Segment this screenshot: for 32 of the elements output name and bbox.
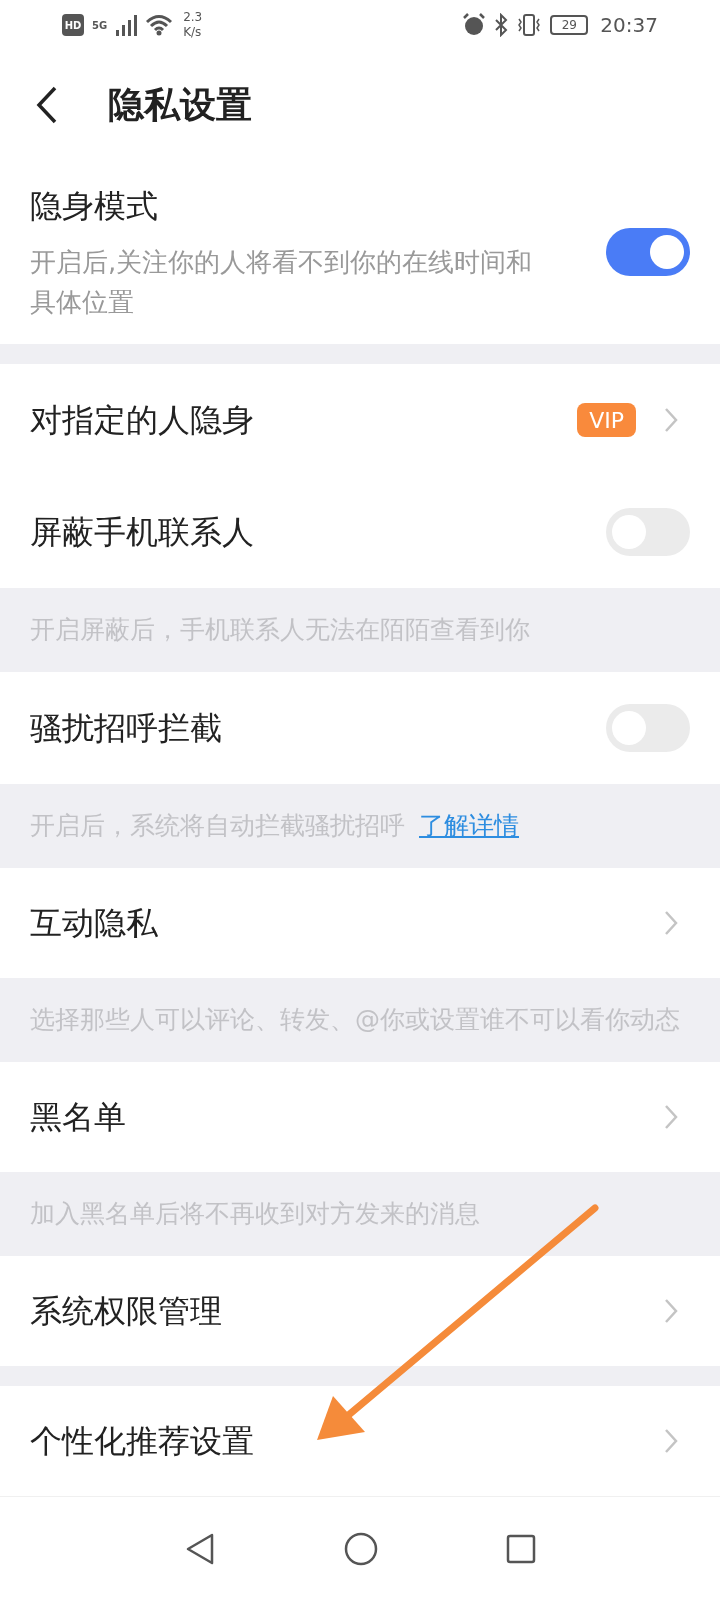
row-title: 骚扰招呼拦截 [30, 708, 222, 749]
row-title: 对指定的人隐身 [30, 400, 254, 441]
battery-indicator: 29 [550, 15, 589, 35]
speed-unit: K/s [183, 25, 203, 40]
signal-icon [115, 14, 138, 36]
home-nav-icon[interactable] [344, 1531, 378, 1566]
back-icon[interactable] [36, 86, 58, 124]
network-label: 5G [92, 19, 108, 33]
row-title: 隐身模式 [30, 186, 159, 227]
speed-value: 2.3 [183, 10, 203, 25]
row-title: 个性化推荐设置 [30, 1421, 254, 1462]
toggle-switch[interactable] [606, 228, 690, 276]
row-title: 系统权限管理 [30, 1291, 222, 1332]
back-nav-icon[interactable] [184, 1531, 216, 1566]
row-title: 黑名单 [30, 1097, 126, 1138]
bluetooth-icon [494, 13, 509, 37]
row-title: 互动隐私 [30, 903, 158, 944]
page-title: 隐私设置 [108, 83, 252, 127]
chevron-icon [664, 1428, 678, 1454]
hd-badge: HD [62, 14, 84, 36]
clock: 20:37 [600, 12, 658, 39]
chevron-icon [664, 1298, 678, 1324]
chevron-icon [664, 1104, 678, 1130]
recents-nav-icon[interactable] [506, 1533, 536, 1564]
vip-badge: VIP [577, 403, 636, 437]
vibrate-icon [516, 13, 543, 37]
row-title: 屏蔽手机联系人 [30, 512, 254, 553]
chevron-icon [664, 910, 678, 936]
wifi-icon [145, 14, 174, 36]
alarm-icon [462, 13, 487, 37]
chevron-icon [664, 407, 678, 433]
row-description: 开启后,关注你的人将看不到你的在线时间和具体位置 [30, 246, 534, 319]
